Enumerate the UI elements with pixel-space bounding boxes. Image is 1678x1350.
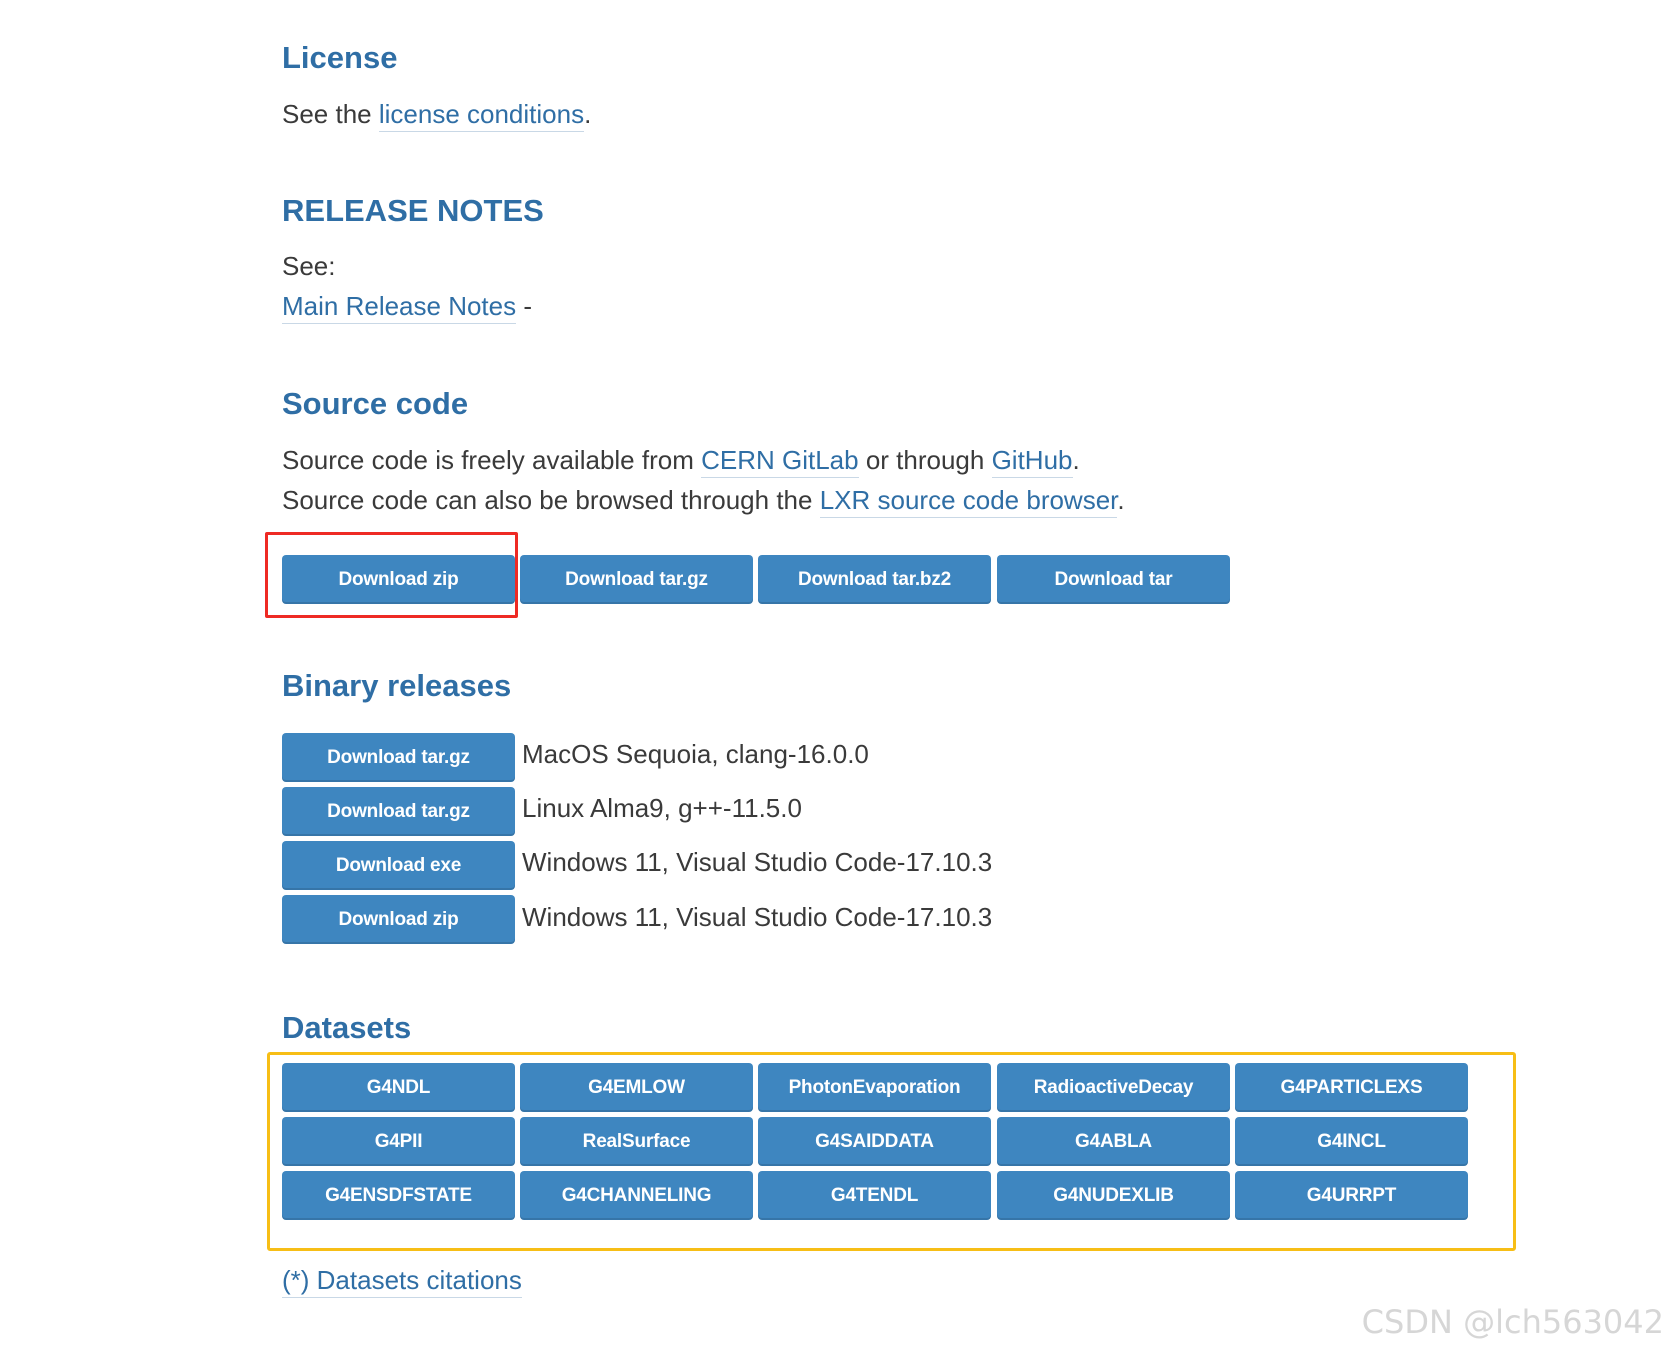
source-code-heading: Source code xyxy=(282,386,469,421)
binary-windows-zip-desc: Windows 11, Visual Studio Code-17.10.3 xyxy=(522,902,993,932)
source-code-line-1: Source code is freely available from CER… xyxy=(282,443,1080,478)
license-text-before: See the xyxy=(282,99,379,129)
source-line1-middle: or through xyxy=(858,445,992,475)
csdn-watermark: CSDN @lch563042 xyxy=(1361,1303,1664,1341)
source-line2-text: Source code can also be browsed through … xyxy=(282,485,820,515)
release-notes-line: Main Release Notes - xyxy=(282,289,533,324)
cern-gitlab-link[interactable]: CERN GitLab xyxy=(701,445,859,478)
binary-windows-zip-button[interactable]: Download zip xyxy=(282,895,515,944)
yellow-highlight-box xyxy=(267,1052,1516,1251)
release-notes-heading: RELEASE NOTES xyxy=(282,193,544,228)
binary-linux-download-button[interactable]: Download tar.gz xyxy=(282,787,515,836)
red-highlight-box xyxy=(265,532,518,618)
license-paragraph: See the license conditions. xyxy=(282,97,592,132)
source-download-targz-button[interactable]: Download tar.gz xyxy=(520,555,753,604)
source-line1-text: Source code is freely available from xyxy=(282,445,702,475)
source-download-tar-button[interactable]: Download tar xyxy=(997,555,1230,604)
license-conditions-link[interactable]: license conditions xyxy=(378,99,585,132)
source-download-tarbz2-button[interactable]: Download tar.bz2 xyxy=(758,555,991,604)
binary-windows-exe-button[interactable]: Download exe xyxy=(282,841,515,890)
datasets-citations-line: (*) Datasets citations xyxy=(282,1263,522,1298)
binary-windows-exe-desc: Windows 11, Visual Studio Code-17.10.3 xyxy=(522,847,993,877)
datasets-citations-link[interactable]: (*) Datasets citations xyxy=(282,1265,522,1298)
source-line2-after: . xyxy=(1117,485,1125,515)
source-line1-after: . xyxy=(1072,445,1080,475)
binary-macos-desc: MacOS Sequoia, clang-16.0.0 xyxy=(522,739,869,769)
release-notes-see: See: xyxy=(282,251,336,281)
license-heading: License xyxy=(282,40,398,75)
license-text-after: . xyxy=(584,99,592,129)
binary-macos-download-button[interactable]: Download tar.gz xyxy=(282,733,515,782)
binary-linux-desc: Linux Alma9, g++-11.5.0 xyxy=(522,793,802,823)
source-code-line-2: Source code can also be browsed through … xyxy=(282,483,1125,518)
lxr-browser-link[interactable]: LXR source code browser xyxy=(819,485,1118,518)
release-notes-suffix: - xyxy=(516,291,533,321)
datasets-heading: Datasets xyxy=(282,1010,412,1045)
github-link[interactable]: GitHub xyxy=(991,445,1073,478)
binary-releases-heading: Binary releases xyxy=(282,668,512,703)
main-release-notes-link[interactable]: Main Release Notes xyxy=(282,291,517,324)
